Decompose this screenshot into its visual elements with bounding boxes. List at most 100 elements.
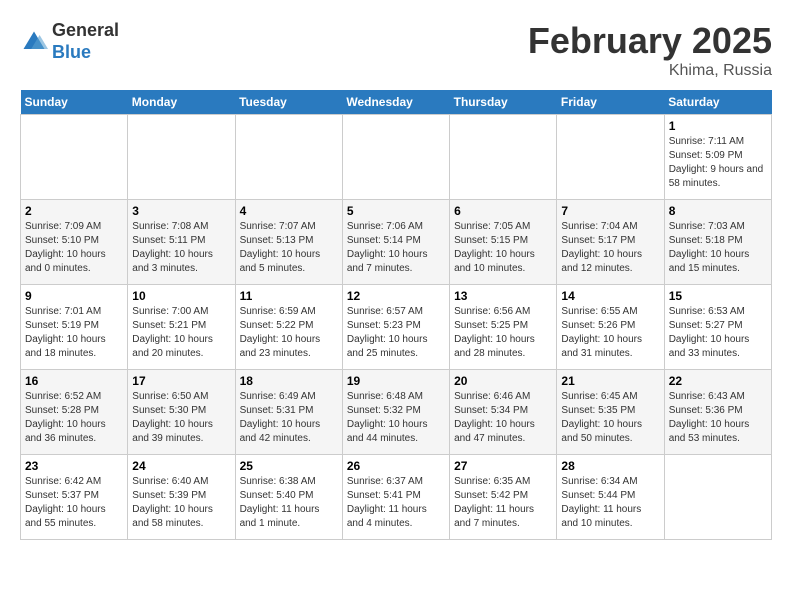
day-header-saturday: Saturday (664, 90, 771, 115)
day-number: 16 (25, 374, 123, 388)
day-info: Sunrise: 7:07 AM Sunset: 5:13 PM Dayligh… (240, 220, 338, 276)
calendar-cell (21, 115, 128, 200)
calendar-cell (342, 115, 449, 200)
day-info: Sunrise: 6:38 AM Sunset: 5:40 PM Dayligh… (240, 475, 338, 531)
day-info: Sunrise: 6:50 AM Sunset: 5:30 PM Dayligh… (132, 390, 230, 446)
week-row-5: 23 Sunrise: 6:42 AM Sunset: 5:37 PM Dayli… (21, 455, 772, 540)
day-number: 19 (347, 374, 445, 388)
calendar-cell: 8 Sunrise: 7:03 AM Sunset: 5:18 PM Daylig… (664, 200, 771, 285)
week-row-3: 9 Sunrise: 7:01 AM Sunset: 5:19 PM Daylig… (21, 285, 772, 370)
day-info: Sunrise: 7:05 AM Sunset: 5:15 PM Dayligh… (454, 220, 552, 276)
day-number: 4 (240, 204, 338, 218)
calendar-cell: 10Sunrise: 7:00 AM Sunset: 5:21 PM Dayli… (128, 285, 235, 370)
day-number: 27 (454, 459, 552, 473)
day-number: 11 (240, 289, 338, 303)
day-info: Sunrise: 7:09 AM Sunset: 5:10 PM Dayligh… (25, 220, 123, 276)
day-info: Sunrise: 6:34 AM Sunset: 5:44 PM Dayligh… (561, 475, 659, 531)
days-header-row: SundayMondayTuesdayWednesdayThursdayFrid… (21, 90, 772, 115)
day-info: Sunrise: 6:48 AM Sunset: 5:32 PM Dayligh… (347, 390, 445, 446)
week-row-2: 2 Sunrise: 7:09 AM Sunset: 5:10 PM Daylig… (21, 200, 772, 285)
logo: General Blue (20, 20, 119, 63)
day-info: Sunrise: 6:56 AM Sunset: 5:25 PM Dayligh… (454, 305, 552, 361)
calendar-cell: 2 Sunrise: 7:09 AM Sunset: 5:10 PM Daylig… (21, 200, 128, 285)
calendar-cell (235, 115, 342, 200)
calendar-cell: 1 Sunrise: 7:11 AM Sunset: 5:09 PM Daylig… (664, 115, 771, 200)
calendar-cell (128, 115, 235, 200)
calendar-cell: 19 Sunrise: 6:48 AM Sunset: 5:32 PM Dayli… (342, 370, 449, 455)
day-number: 25 (240, 459, 338, 473)
day-number: 3 (132, 204, 230, 218)
calendar-cell: 18Sunrise: 6:49 AM Sunset: 5:31 PM Dayli… (235, 370, 342, 455)
day-header-thursday: Thursday (450, 90, 557, 115)
day-info: Sunrise: 6:59 AM Sunset: 5:22 PM Dayligh… (240, 305, 338, 361)
day-number: 22 (669, 374, 767, 388)
calendar-cell: 3 Sunrise: 7:08 AM Sunset: 5:11 PM Daylig… (128, 200, 235, 285)
day-number: 9 (25, 289, 123, 303)
calendar-table: SundayMondayTuesdayWednesdayThursdayFrid… (20, 90, 772, 540)
day-number: 14 (561, 289, 659, 303)
calendar-cell: 28 Sunrise: 6:34 AM Sunset: 5:44 PM Dayli… (557, 455, 664, 540)
day-number: 10 (132, 289, 230, 303)
day-number: 8 (669, 204, 767, 218)
day-number: 26 (347, 459, 445, 473)
day-info: Sunrise: 7:03 AM Sunset: 5:18 PM Dayligh… (669, 220, 767, 276)
week-row-1: 1 Sunrise: 7:11 AM Sunset: 5:09 PM Daylig… (21, 115, 772, 200)
day-info: Sunrise: 6:40 AM Sunset: 5:39 PM Dayligh… (132, 475, 230, 531)
calendar-cell: 15 Sunrise: 6:53 AM Sunset: 5:27 PM Dayli… (664, 285, 771, 370)
calendar-subtitle: Khima, Russia (528, 62, 772, 80)
day-number: 28 (561, 459, 659, 473)
day-info: Sunrise: 6:37 AM Sunset: 5:41 PM Dayligh… (347, 475, 445, 531)
day-info: Sunrise: 6:46 AM Sunset: 5:34 PM Dayligh… (454, 390, 552, 446)
calendar-cell: 13 Sunrise: 6:56 AM Sunset: 5:25 PM Dayli… (450, 285, 557, 370)
day-info: Sunrise: 6:49 AM Sunset: 5:31 PM Dayligh… (240, 390, 338, 446)
day-number: 7 (561, 204, 659, 218)
day-info: Sunrise: 6:43 AM Sunset: 5:36 PM Dayligh… (669, 390, 767, 446)
calendar-cell: 11 Sunrise: 6:59 AM Sunset: 5:22 PM Dayli… (235, 285, 342, 370)
logo-blue-text: Blue (52, 42, 119, 64)
day-info: Sunrise: 6:42 AM Sunset: 5:37 PM Dayligh… (25, 475, 123, 531)
day-number: 1 (669, 119, 767, 133)
calendar-cell: 4 Sunrise: 7:07 AM Sunset: 5:13 PM Daylig… (235, 200, 342, 285)
day-number: 2 (25, 204, 123, 218)
day-info: Sunrise: 6:45 AM Sunset: 5:35 PM Dayligh… (561, 390, 659, 446)
day-header-monday: Monday (128, 90, 235, 115)
day-number: 6 (454, 204, 552, 218)
calendar-cell: 22 Sunrise: 6:43 AM Sunset: 5:36 PM Dayli… (664, 370, 771, 455)
day-number: 5 (347, 204, 445, 218)
day-info: Sunrise: 6:35 AM Sunset: 5:42 PM Dayligh… (454, 475, 552, 531)
day-header-wednesday: Wednesday (342, 90, 449, 115)
calendar-cell: 5 Sunrise: 7:06 AM Sunset: 5:14 PM Daylig… (342, 200, 449, 285)
calendar-cell: 17 Sunrise: 6:50 AM Sunset: 5:30 PM Dayli… (128, 370, 235, 455)
calendar-cell: 14 Sunrise: 6:55 AM Sunset: 5:26 PM Dayli… (557, 285, 664, 370)
header: General Blue February 2025 Khima, Russia (20, 20, 772, 80)
day-number: 17 (132, 374, 230, 388)
day-info: Sunrise: 6:52 AM Sunset: 5:28 PM Dayligh… (25, 390, 123, 446)
title-area: February 2025 Khima, Russia (528, 20, 772, 80)
calendar-cell: 6 Sunrise: 7:05 AM Sunset: 5:15 PM Daylig… (450, 200, 557, 285)
day-header-friday: Friday (557, 90, 664, 115)
day-info: Sunrise: 7:04 AM Sunset: 5:17 PM Dayligh… (561, 220, 659, 276)
day-number: 21 (561, 374, 659, 388)
logo-icon (20, 28, 48, 56)
day-number: 24 (132, 459, 230, 473)
day-info: Sunrise: 7:08 AM Sunset: 5:11 PM Dayligh… (132, 220, 230, 276)
calendar-cell: 21 Sunrise: 6:45 AM Sunset: 5:35 PM Dayli… (557, 370, 664, 455)
day-info: Sunrise: 6:53 AM Sunset: 5:27 PM Dayligh… (669, 305, 767, 361)
day-number: 13 (454, 289, 552, 303)
day-info: Sunrise: 7:01 AM Sunset: 5:19 PM Dayligh… (25, 305, 123, 361)
calendar-cell: 12Sunrise: 6:57 AM Sunset: 5:23 PM Dayli… (342, 285, 449, 370)
day-number: 23 (25, 459, 123, 473)
calendar-cell: 25 Sunrise: 6:38 AM Sunset: 5:40 PM Dayli… (235, 455, 342, 540)
day-number: 12 (347, 289, 445, 303)
calendar-cell: 9 Sunrise: 7:01 AM Sunset: 5:19 PM Daylig… (21, 285, 128, 370)
day-info: Sunrise: 6:55 AM Sunset: 5:26 PM Dayligh… (561, 305, 659, 361)
day-info: Sunrise: 7:11 AM Sunset: 5:09 PM Dayligh… (669, 135, 767, 191)
calendar-cell: 7 Sunrise: 7:04 AM Sunset: 5:17 PM Daylig… (557, 200, 664, 285)
calendar-cell: 27 Sunrise: 6:35 AM Sunset: 5:42 PM Dayli… (450, 455, 557, 540)
day-number: 15 (669, 289, 767, 303)
day-header-tuesday: Tuesday (235, 90, 342, 115)
calendar-cell: 26 Sunrise: 6:37 AM Sunset: 5:41 PM Dayli… (342, 455, 449, 540)
week-row-4: 16 Sunrise: 6:52 AM Sunset: 5:28 PM Dayli… (21, 370, 772, 455)
day-header-sunday: Sunday (21, 90, 128, 115)
day-info: Sunrise: 7:06 AM Sunset: 5:14 PM Dayligh… (347, 220, 445, 276)
